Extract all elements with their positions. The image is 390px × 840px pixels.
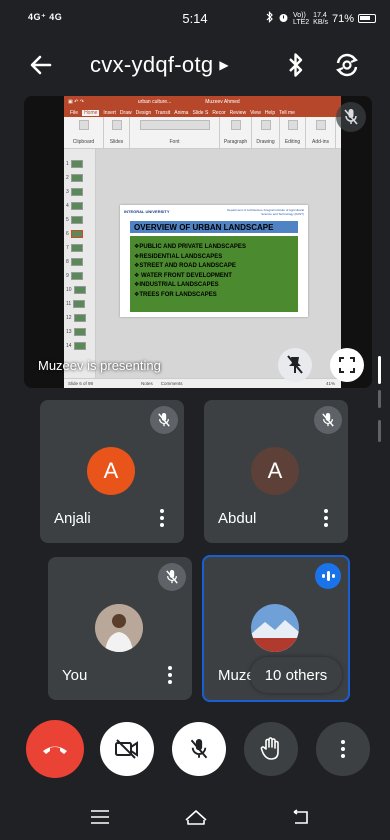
participant-tile-you[interactable]: You bbox=[48, 557, 192, 700]
switch-camera-button[interactable] bbox=[332, 50, 362, 80]
ppt-title-bar: ▣ ↶ ↷ urban culture... Muzeev Ahmed bbox=[64, 96, 341, 108]
volte-indicator: Vo)) LTE2 bbox=[292, 11, 310, 26]
raise-hand-button[interactable] bbox=[244, 722, 298, 776]
more-vert-icon bbox=[168, 666, 172, 684]
bluetooth-icon bbox=[289, 53, 303, 77]
department-text: Department of Architecture Integral Inst… bbox=[227, 208, 304, 216]
mic-off-icon bbox=[158, 413, 170, 427]
scrollbar-marker bbox=[378, 390, 381, 408]
avatar: A bbox=[251, 447, 299, 495]
participant-name: Anjali bbox=[54, 510, 91, 527]
shared-screen: ▣ ↶ ↷ urban culture... Muzeev Ahmed File… bbox=[64, 96, 341, 388]
slide-bullet: ❖STREET AND ROAD LANDSCAPE bbox=[134, 263, 236, 269]
microphone-toggle-button[interactable] bbox=[172, 722, 226, 776]
mic-off-icon bbox=[166, 570, 178, 584]
avatar bbox=[251, 604, 299, 652]
status-bar: 4G⁺ 4G 5:14 Vo)) LTE2 17.4 KB/s 71% bbox=[0, 0, 390, 38]
more-vert-icon bbox=[160, 509, 164, 527]
slide-bullet: ❖ WATER FRONT DEVELOPMENT bbox=[134, 272, 232, 279]
more-vert-icon bbox=[324, 509, 328, 527]
back-nav-icon bbox=[293, 809, 308, 824]
slide-bullet: ❖INDUSTRIAL LANDSCAPES bbox=[134, 282, 219, 288]
slide-thumbnails: 1 2 3 4 5 6 7 8 9 10 11 12 13 14 bbox=[64, 149, 96, 378]
fullscreen-icon bbox=[339, 357, 355, 373]
slide-bullet: ❖RESIDENTIAL LANDSCAPES bbox=[134, 253, 223, 260]
avatar bbox=[95, 604, 143, 652]
raise-hand-icon bbox=[260, 737, 279, 760]
caret-right-icon: ▶ bbox=[219, 58, 229, 72]
slide-bullet: ❖TREES FOR LANDSCAPES bbox=[134, 291, 217, 298]
switch-camera-icon bbox=[336, 53, 358, 77]
participant-tile-anjali[interactable]: A Anjali bbox=[40, 400, 184, 543]
speaking-indicator bbox=[315, 563, 341, 589]
audio-output-button[interactable] bbox=[282, 50, 310, 80]
meeting-code-button[interactable]: cvx-ydqf-otg ▶ bbox=[90, 52, 229, 78]
ppt-ribbon-tabs: File Home Insert Draw Design Transit Ani… bbox=[64, 108, 341, 117]
participant-name: You bbox=[62, 667, 88, 684]
presenter-label: Muzeev is presenting bbox=[38, 358, 161, 373]
muted-indicator bbox=[150, 406, 178, 434]
arrow-back-icon bbox=[30, 55, 52, 75]
home-icon bbox=[185, 810, 207, 825]
call-controls bbox=[0, 718, 390, 780]
mic-off-icon bbox=[190, 739, 208, 759]
back-button[interactable] bbox=[26, 52, 56, 78]
alarm-icon bbox=[278, 12, 289, 26]
current-slide: INTEGRAL UNIVERSITY Department of Archit… bbox=[120, 205, 308, 317]
ppt-ribbon: Clipboard Slides Font Paragraph Drawing … bbox=[64, 117, 341, 149]
back-nav-button[interactable] bbox=[288, 806, 312, 828]
ppt-body: 1 2 3 4 5 6 7 8 9 10 11 12 13 14 INTEGRA… bbox=[64, 149, 341, 378]
mic-off-icon bbox=[344, 109, 358, 125]
meeting-code: cvx-ydqf-otg bbox=[90, 52, 214, 77]
status-icons: Vo)) LTE2 17.4 KB/s 71% bbox=[266, 11, 376, 26]
unpin-button[interactable] bbox=[278, 348, 312, 382]
camera-off-icon bbox=[115, 739, 138, 759]
end-call-icon bbox=[43, 746, 67, 754]
battery-icon bbox=[358, 14, 376, 23]
end-call-button[interactable] bbox=[26, 720, 84, 778]
participant-options-button[interactable] bbox=[160, 662, 180, 688]
battery-percent: 71% bbox=[331, 12, 354, 25]
presentation-tile[interactable]: ▣ ↶ ↷ urban culture... Muzeev Ahmed File… bbox=[24, 96, 372, 388]
slide-bullet: ❖PUBLIC AND PRIVATE LANDSCAPES bbox=[134, 244, 246, 250]
avatar: A bbox=[87, 447, 135, 495]
presentation-muted-indicator bbox=[336, 102, 366, 132]
participant-options-button[interactable] bbox=[316, 505, 336, 531]
scrollbar-thumb[interactable] bbox=[378, 356, 381, 384]
network-speed: 17.4 KB/s bbox=[313, 11, 328, 26]
slide-bullet-box: ❖PUBLIC AND PRIVATE LANDSCAPES ❖RESIDENT… bbox=[130, 236, 298, 312]
others-chip[interactable]: 10 others bbox=[250, 657, 342, 693]
muted-indicator bbox=[314, 406, 342, 434]
participant-name: Abdul bbox=[218, 510, 257, 527]
muted-indicator bbox=[158, 563, 186, 591]
more-vert-icon bbox=[341, 740, 345, 758]
scrollbar-marker bbox=[378, 420, 381, 442]
participant-options-button[interactable] bbox=[152, 505, 172, 531]
system-navigation-bar bbox=[0, 796, 390, 840]
meeting-top-bar: cvx-ydqf-otg ▶ bbox=[0, 40, 390, 90]
slide-canvas: INTEGRAL UNIVERSITY Department of Archit… bbox=[96, 149, 341, 378]
more-options-button[interactable] bbox=[316, 722, 370, 776]
camera-toggle-button[interactable] bbox=[100, 722, 154, 776]
home-button[interactable] bbox=[184, 806, 208, 828]
unpin-icon bbox=[287, 355, 303, 374]
university-logo: INTEGRAL UNIVERSITY bbox=[124, 209, 170, 214]
slide-heading: OVERVIEW OF URBAN LANDSCAPE bbox=[130, 221, 298, 233]
fullscreen-button[interactable] bbox=[330, 348, 364, 382]
menu-icon bbox=[91, 810, 109, 824]
recents-button[interactable] bbox=[88, 806, 112, 828]
mic-off-icon bbox=[322, 413, 334, 427]
bluetooth-status-icon bbox=[266, 11, 274, 26]
participant-tile-abdul[interactable]: A Abdul bbox=[204, 400, 348, 543]
